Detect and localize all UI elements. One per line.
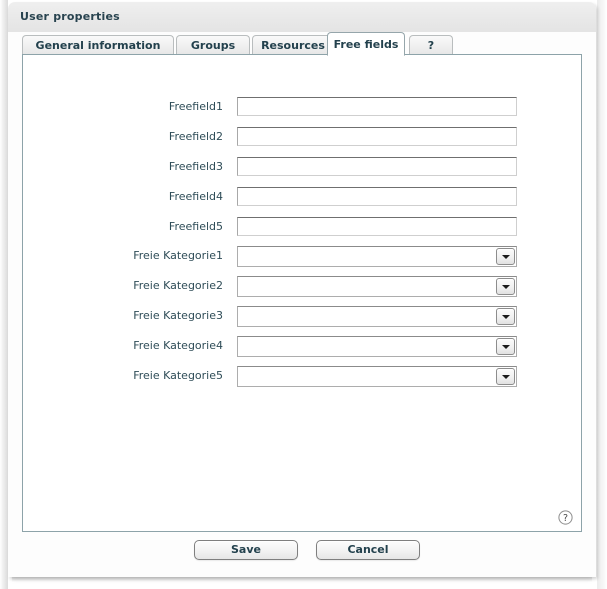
input-freefield-5[interactable] bbox=[237, 217, 517, 236]
chevron-down-glyph bbox=[501, 314, 510, 319]
form-row: Freefield4 bbox=[23, 187, 543, 207]
dialog-drop-shadow bbox=[12, 577, 592, 582]
select-freie-kategorie-3[interactable] bbox=[237, 306, 517, 327]
help-circle-icon[interactable]: ? bbox=[558, 510, 573, 525]
chevron-down-glyph bbox=[501, 344, 510, 349]
chevron-down-glyph bbox=[501, 284, 510, 289]
select-selected-value bbox=[242, 337, 490, 356]
tab-help[interactable]: ? bbox=[409, 35, 453, 55]
form-row: Freie Kategorie2 bbox=[23, 276, 543, 297]
form-row: Freefield1 bbox=[23, 97, 543, 117]
page-left-edge-strip bbox=[0, 0, 8, 589]
dialog-titlebar: User properties bbox=[8, 2, 596, 32]
dialog-footer: Save Cancel bbox=[8, 540, 596, 570]
label-freefield-2: Freefield2 bbox=[168, 130, 223, 143]
input-freefield-3[interactable] bbox=[237, 157, 517, 176]
label-freefield-5: Freefield5 bbox=[168, 220, 223, 233]
label-freie-kategorie-2: Freie Kategorie2 bbox=[133, 279, 223, 292]
screen-root: User properties General information Group… bbox=[0, 0, 607, 589]
svg-text:?: ? bbox=[563, 513, 568, 524]
chevron-down-icon[interactable] bbox=[496, 338, 515, 355]
label-freefield-4: Freefield4 bbox=[168, 190, 223, 203]
label-freefield-1: Freefield1 bbox=[168, 100, 223, 113]
label-freie-kategorie-5: Freie Kategorie5 bbox=[133, 369, 223, 382]
form-row: Freefield3 bbox=[23, 157, 543, 177]
chevron-down-glyph bbox=[501, 254, 510, 259]
chevron-down-icon[interactable] bbox=[496, 248, 515, 265]
chevron-down-icon[interactable] bbox=[496, 278, 515, 295]
select-freie-kategorie-2[interactable] bbox=[237, 276, 517, 297]
select-freie-kategorie-1[interactable] bbox=[237, 246, 517, 267]
form-row: Freie Kategorie3 bbox=[23, 306, 543, 327]
chevron-down-icon[interactable] bbox=[496, 308, 515, 325]
tab-general-information[interactable]: General information bbox=[22, 35, 174, 55]
form-row: Freie Kategorie4 bbox=[23, 336, 543, 357]
save-button[interactable]: Save bbox=[194, 540, 298, 560]
label-freie-kategorie-1: Freie Kategorie1 bbox=[133, 249, 223, 262]
tab-groups[interactable]: Groups bbox=[176, 35, 250, 55]
select-selected-value bbox=[242, 367, 490, 386]
form-row: Freie Kategorie5 bbox=[23, 366, 543, 387]
chevron-down-icon[interactable] bbox=[496, 368, 515, 385]
label-freie-kategorie-3: Freie Kategorie3 bbox=[133, 309, 223, 322]
label-freie-kategorie-4: Freie Kategorie4 bbox=[133, 339, 223, 352]
select-freie-kategorie-5[interactable] bbox=[237, 366, 517, 387]
label-freefield-3: Freefield3 bbox=[168, 160, 223, 173]
input-freefield-4[interactable] bbox=[237, 187, 517, 206]
chevron-down-glyph bbox=[501, 374, 510, 379]
tab-content-panel: Freefield1 Freefield2 Freefield3 Freefield4… bbox=[22, 54, 582, 532]
page-right-edge-strip bbox=[597, 0, 607, 589]
form-row: Freie Kategorie1 bbox=[23, 246, 543, 267]
user-properties-dialog: User properties General information Group… bbox=[8, 2, 596, 577]
form-row: Freefield2 bbox=[23, 127, 543, 147]
page-title: User properties bbox=[20, 10, 120, 23]
select-selected-value bbox=[242, 307, 490, 326]
cancel-button[interactable]: Cancel bbox=[316, 540, 420, 560]
form-row: Freefield5 bbox=[23, 217, 543, 237]
select-selected-value bbox=[242, 247, 490, 266]
select-selected-value bbox=[242, 277, 490, 296]
tab-free-fields[interactable]: Free fields bbox=[327, 32, 405, 56]
input-freefield-2[interactable] bbox=[237, 127, 517, 146]
tab-resources[interactable]: Resources bbox=[252, 35, 334, 55]
input-freefield-1[interactable] bbox=[237, 97, 517, 116]
tabstrip: General information Groups Resources Free f… bbox=[22, 32, 582, 56]
select-freie-kategorie-4[interactable] bbox=[237, 336, 517, 357]
